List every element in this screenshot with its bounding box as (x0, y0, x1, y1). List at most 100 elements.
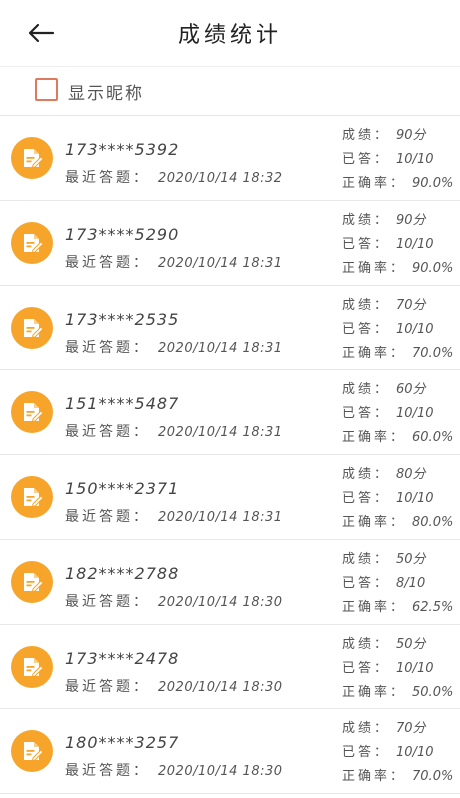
answer-date: 2020/10/14 18:30 (158, 594, 283, 610)
accuracy-value: 50.0% (412, 684, 454, 700)
answered-label: 已答： (342, 236, 391, 252)
accuracy-line: 正确率： 60.0% (342, 426, 453, 450)
accuracy-line: 正确率： 70.0% (342, 765, 453, 789)
score-line: 成绩： 60分 (342, 378, 453, 402)
list-item[interactable]: 173****5392 最近答题： 2020/10/14 18:32 成绩： 90分… (0, 116, 460, 201)
answered-value: 8/10 (396, 575, 426, 591)
answered-value: 10/10 (396, 321, 434, 337)
score-value: 50分 (396, 551, 426, 567)
recent-answer: 最近答题： 2020/10/14 18:32 (65, 167, 283, 187)
phone-number: 173****5290 (65, 224, 180, 244)
recent-label: 最近答题： (65, 678, 150, 695)
page-title: 成绩统计 (177, 23, 282, 48)
score-value: 50分 (396, 636, 426, 652)
stats-block: 成绩： 70分 已答： 10/10 正确率： 70.0% (342, 717, 453, 789)
accuracy-line: 正确率： 90.0% (342, 172, 453, 196)
list-item[interactable]: 182****2788 最近答题： 2020/10/14 18:30 成绩： 50分… (0, 539, 460, 625)
list-item[interactable]: 173****5290 最近答题： 2020/10/14 18:31 成绩： 90分… (0, 200, 460, 286)
edit-document-icon (24, 488, 44, 508)
answered-label: 已答： (342, 152, 391, 167)
score-label: 成绩： (342, 297, 391, 313)
recent-label: 最近答题： (65, 763, 150, 780)
accuracy-value: 60.0% (412, 430, 454, 446)
answered-value: 10/10 (396, 491, 434, 506)
recent-label: 最近答题： (65, 509, 150, 525)
show-nickname-row[interactable]: 显示昵称 (0, 66, 460, 116)
accuracy-value: 70.0% (412, 345, 454, 361)
score-line: 成绩： 70分 (342, 717, 453, 741)
score-label: 成绩： (342, 212, 391, 228)
answer-date: 2020/10/14 18:31 (158, 340, 283, 356)
answered-label: 已答： (342, 321, 391, 337)
edit-document-icon (24, 149, 44, 169)
answered-label: 已答： (342, 491, 391, 506)
avatar (11, 476, 53, 518)
accuracy-line: 正确率： 62.5% (342, 596, 453, 620)
answered-value: 10/10 (396, 406, 434, 422)
answered-value: 10/10 (396, 236, 434, 252)
score-label: 成绩： (342, 551, 391, 567)
accuracy-value: 80.0% (412, 515, 454, 530)
accuracy-line: 正确率： 90.0% (342, 257, 453, 281)
answered-line: 已答： 10/10 (342, 741, 453, 765)
answer-date: 2020/10/14 18:31 (158, 255, 283, 271)
list-item[interactable]: 151****5487 最近答题： 2020/10/14 18:31 成绩： 60分… (0, 370, 460, 455)
answered-label: 已答： (342, 406, 391, 422)
accuracy-label: 正确率： (342, 345, 407, 361)
answered-line: 已答： 10/10 (342, 233, 453, 257)
answered-label: 已答： (342, 745, 391, 761)
show-nickname-checkbox[interactable] (35, 78, 58, 101)
recent-label: 最近答题： (65, 593, 150, 610)
app-header: 成绩统计 (0, 0, 460, 66)
phone-number: 173****5392 (65, 140, 180, 159)
accuracy-value: 62.5% (412, 599, 454, 615)
phone-number: 180****3257 (65, 733, 180, 753)
answered-value: 10/10 (396, 660, 434, 676)
accuracy-value: 90.0% (412, 176, 454, 191)
accuracy-label: 正确率： (342, 769, 407, 785)
phone-number: 173****2535 (65, 309, 180, 329)
avatar (11, 391, 53, 434)
list-item[interactable]: 173****2478 最近答题： 2020/10/14 18:30 成绩： 50分… (0, 624, 460, 710)
stats-block: 成绩： 90分 已答： 10/10 正确率： 90.0% (342, 209, 453, 281)
edit-document-icon (24, 403, 44, 423)
edit-document-icon (24, 742, 44, 762)
avatar (11, 730, 53, 773)
answered-line: 已答： 10/10 (342, 318, 453, 342)
accuracy-value: 70.0% (412, 769, 454, 785)
recent-label: 最近答题： (65, 424, 150, 441)
recent-answer: 最近答题： 2020/10/14 18:31 (65, 337, 283, 357)
list-item[interactable]: 173****2535 最近答题： 2020/10/14 18:31 成绩： 70分… (0, 285, 460, 371)
accuracy-value: 90.0% (412, 260, 454, 276)
avatar (11, 137, 53, 179)
accuracy-line: 正确率： 50.0% (342, 681, 453, 705)
list-item[interactable]: 180****3257 最近答题： 2020/10/14 18:30 成绩： 70分… (0, 709, 460, 794)
recent-answer: 最近答题： 2020/10/14 18:30 (65, 676, 283, 696)
stats-block: 成绩： 50分 已答： 10/10 正确率： 50.0% (342, 633, 453, 705)
score-value: 90分 (396, 128, 426, 143)
edit-document-icon (24, 657, 44, 677)
recent-answer: 最近答题： 2020/10/14 18:31 (65, 421, 283, 441)
answered-line: 已答： 10/10 (342, 657, 453, 681)
avatar (11, 645, 53, 688)
answered-value: 10/10 (396, 745, 434, 761)
score-line: 成绩： 50分 (342, 548, 453, 572)
recent-answer: 最近答题： 2020/10/14 18:31 (65, 506, 283, 526)
avatar (11, 306, 53, 349)
score-value: 90分 (396, 212, 426, 228)
score-value: 70分 (396, 721, 426, 737)
score-list: 173****5392 最近答题： 2020/10/14 18:32 成绩： 90分… (0, 116, 460, 794)
stats-block: 成绩： 70分 已答： 10/10 正确率： 70.0% (342, 294, 453, 366)
show-nickname-label[interactable]: 显示昵称 (68, 79, 144, 104)
recent-answer: 最近答题： 2020/10/14 18:30 (65, 760, 283, 780)
score-line: 成绩： 80分 (342, 463, 453, 487)
list-item[interactable]: 150****2371 最近答题： 2020/10/14 18:31 成绩： 80分… (0, 455, 460, 540)
recent-label: 最近答题： (65, 339, 150, 356)
answer-date: 2020/10/14 18:31 (158, 425, 283, 441)
stats-block: 成绩： 50分 已答： 8/10 正确率： 62.5% (342, 548, 453, 620)
stats-block: 成绩： 80分 已答： 10/10 正确率： 80.0% (342, 463, 453, 535)
phone-number: 150****2371 (65, 479, 180, 498)
recent-label: 最近答题： (65, 254, 150, 271)
answered-line: 已答： 8/10 (342, 572, 453, 596)
edit-document-icon (24, 233, 44, 253)
